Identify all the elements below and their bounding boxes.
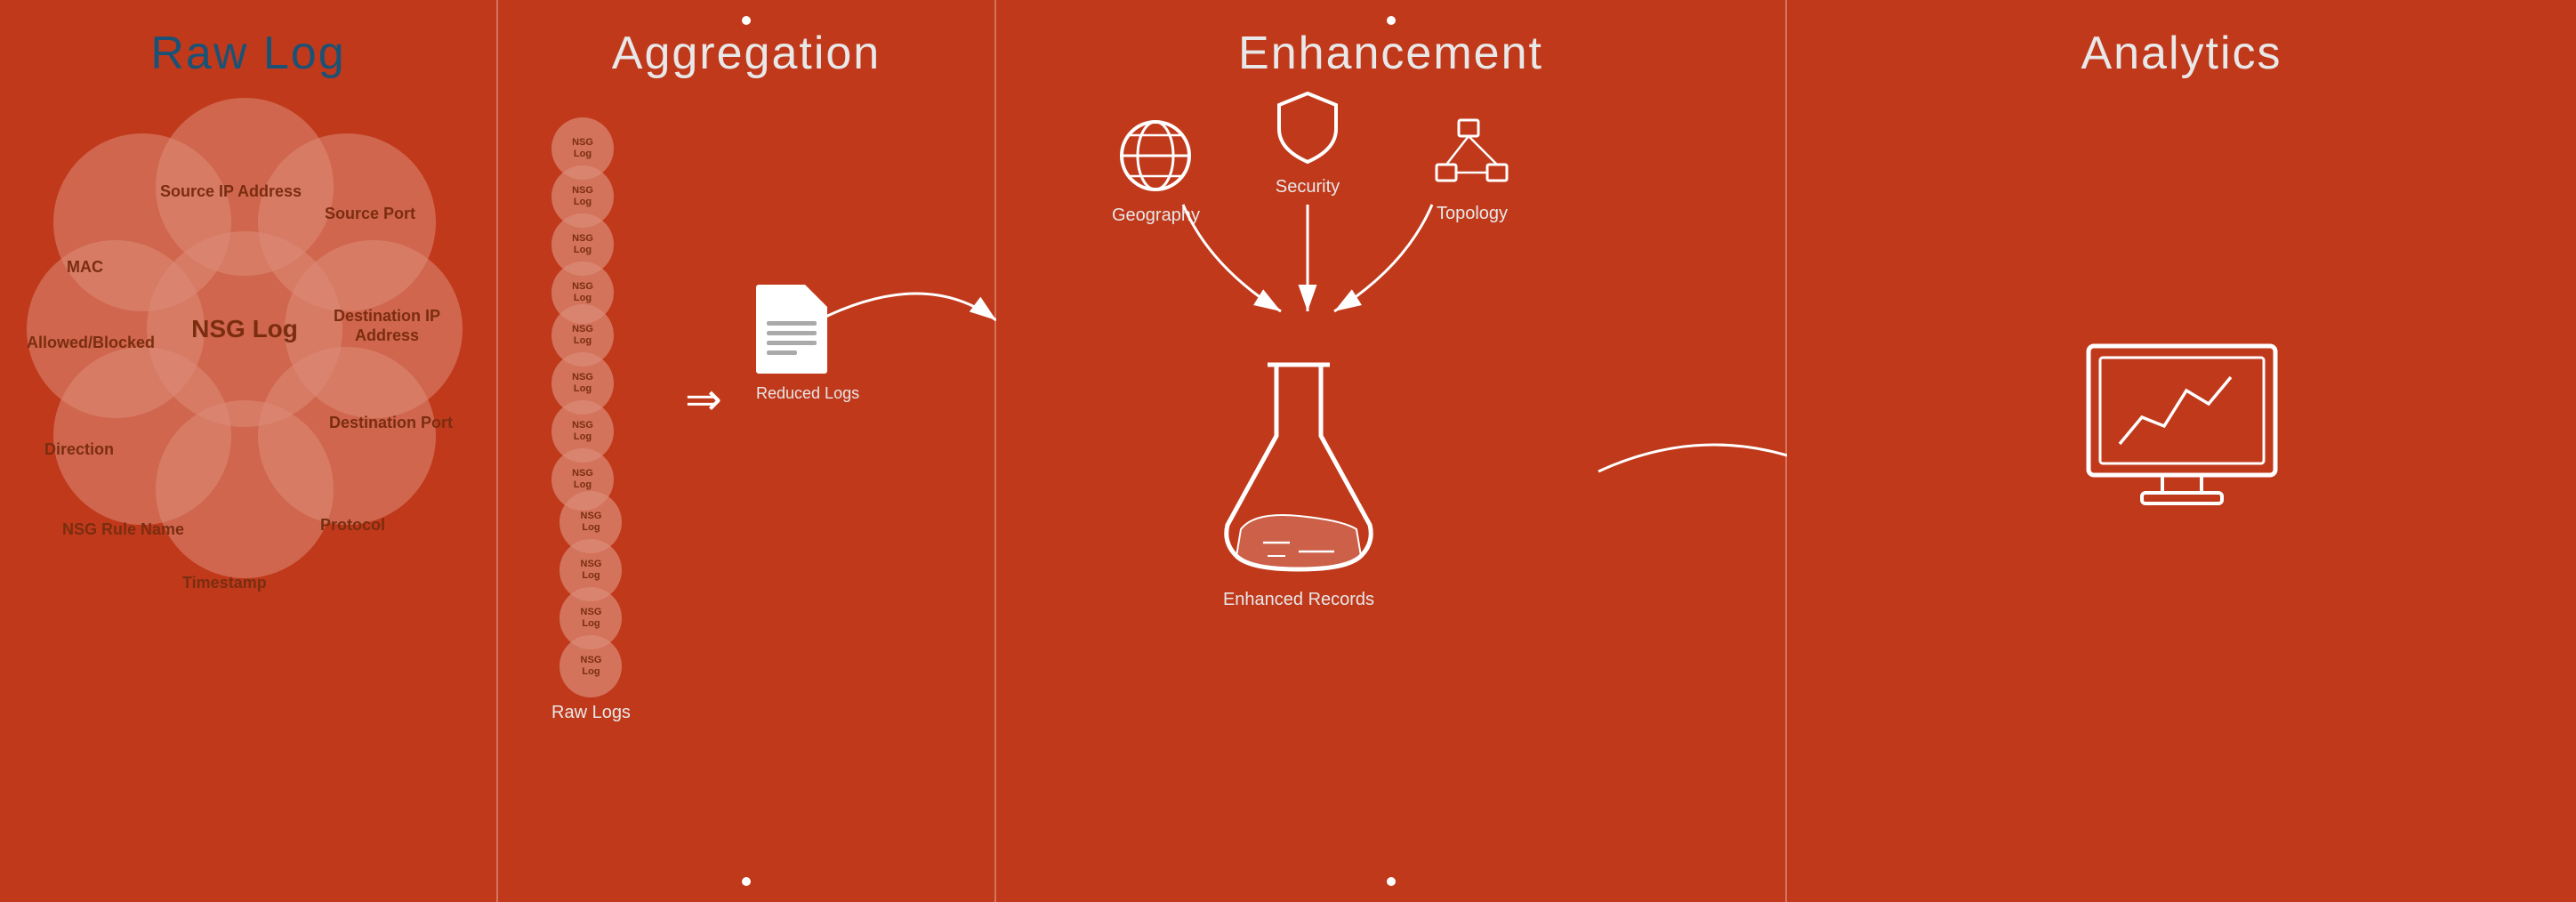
enhancement-panel: Enhancement Geography Security (996, 0, 1787, 902)
field-timestamp: Timestamp (182, 574, 267, 593)
aggregate-arrow: ⇒ (685, 374, 722, 425)
nsg-group-3: NSGLog NSGLog NSGLog NSGLog Raw Logs (551, 498, 631, 723)
venn-diagram: NSG Log MAC Source IP Address Source Por… (18, 80, 480, 854)
security-container: Security (1272, 89, 1343, 197)
field-nsg-rule: NSG Rule Name (62, 520, 184, 540)
curve-arrow-svg (765, 249, 1032, 516)
divider-dot-top (742, 16, 751, 25)
analytics-panel: Analytics (1787, 0, 2576, 902)
flask-icon (1219, 356, 1379, 578)
field-protocol: Protocol (320, 516, 385, 536)
field-allowed-blocked: Allowed/Blocked (27, 334, 155, 353)
geography-icon (1115, 116, 1195, 196)
topology-icon (1432, 116, 1512, 196)
flask-container: Enhanced Records (1219, 356, 1379, 610)
security-icon (1272, 89, 1343, 169)
raw-log-panel: Raw Log NSG Log MAC Source IP Address So… (0, 0, 498, 902)
aggregation-title: Aggregation (498, 0, 994, 80)
field-dest-port: Destination Port (329, 414, 453, 433)
raw-log-title: Raw Log (0, 0, 496, 80)
enhancement-arrows-svg (1130, 196, 1485, 374)
analytics-monitor-container (2084, 342, 2280, 524)
enhancement-title: Enhancement (996, 0, 1785, 80)
field-direction: Direction (44, 440, 114, 460)
field-dest-ip: Destination IPAddress (334, 307, 440, 345)
security-label: Security (1272, 177, 1343, 197)
enhanced-records-label: Enhanced Records (1219, 590, 1379, 610)
nsg-bubble-3d: NSGLog (559, 635, 622, 697)
nsg-center-label: NSG Log (191, 315, 298, 343)
monitor-icon (2084, 342, 2280, 519)
enh-divider-dot-bottom (1387, 877, 1396, 886)
nsg-group-1: NSGLog NSGLog NSGLog NSGLog (551, 125, 614, 329)
analytics-title: Analytics (1787, 0, 2576, 80)
nsg-group-3-label: Raw Logs (551, 703, 631, 723)
aggregation-panel: Aggregation NSGLog NSGLog NSGLog NSGLog … (498, 0, 996, 902)
nsg-group-2: NSGLog NSGLog NSGLog NSGLog (551, 311, 614, 516)
field-mac: MAC (67, 258, 103, 278)
divider-dot-bottom (742, 877, 751, 886)
enh-divider-dot-top (1387, 16, 1396, 25)
field-source-port: Source Port (325, 205, 415, 224)
field-source-ip: Source IP Address (160, 182, 302, 202)
